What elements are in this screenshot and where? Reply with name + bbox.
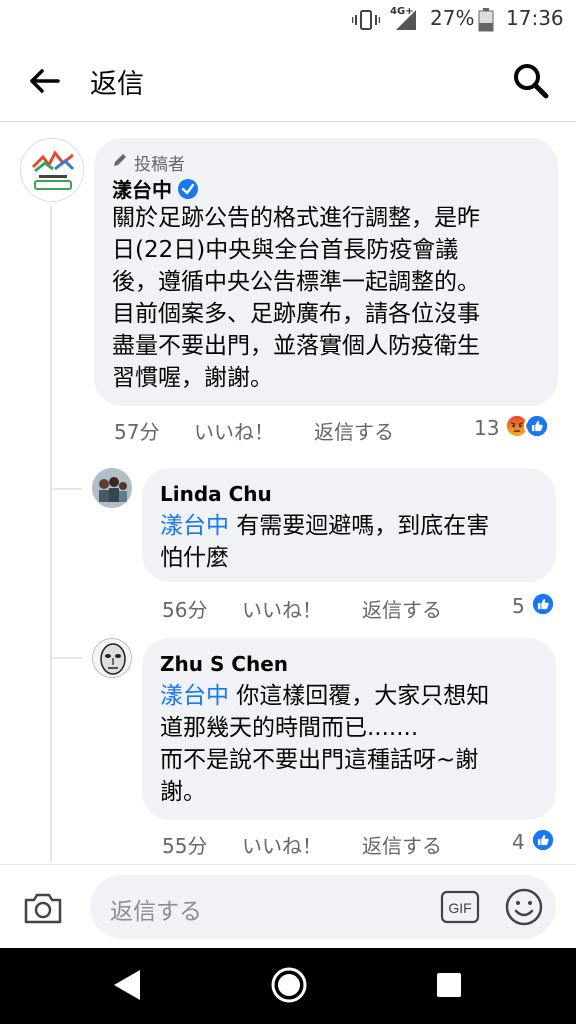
reply-bubble: Linda Chu 漾台中 有需要迴避嗎，到底在害 怕什麼	[142, 468, 556, 582]
reply-bubble: Zhu S Chen 漾台中 你這樣回覆，大家只想知道那幾天的時間而已.....…	[142, 638, 556, 820]
reply-text: 漾台中 你這樣回覆，大家只想知道那幾天的時間而已....... 而不是說不要出門…	[160, 680, 489, 808]
comment-actions: 57分 いいね！ 返信する	[114, 416, 394, 445]
nav-recents-icon[interactable]	[436, 972, 462, 998]
battery-icon	[478, 8, 494, 32]
author-tag: 投稿者	[134, 155, 185, 175]
gif-label: GIF	[448, 900, 471, 916]
page-avatar[interactable]	[20, 138, 84, 202]
reply-button[interactable]: 返信する	[362, 594, 442, 623]
reply-composer: 返信する GIF	[0, 864, 576, 948]
reply-text: 漾台中 有需要迴避嗎，到底在害 怕什麼	[160, 510, 489, 574]
reply-text-line1: 你這樣回覆，大家只想知	[229, 683, 490, 709]
gif-icon[interactable]: GIF	[440, 889, 480, 925]
clock: 17:36	[506, 6, 564, 30]
comment-time: 57分	[114, 420, 160, 444]
reply-button[interactable]: 返信する	[314, 416, 394, 445]
reply-input-placeholder: 返信する	[110, 899, 202, 925]
mention-link[interactable]: 漾台中	[160, 683, 229, 709]
like-reaction-icon	[530, 827, 556, 853]
reaction-count[interactable]: 13	[474, 416, 499, 440]
system-nav-bar	[0, 948, 576, 1024]
reply-author[interactable]: Zhu S Chen	[160, 652, 288, 676]
reply-button[interactable]: 返信する	[362, 830, 442, 859]
reply-connector	[52, 488, 82, 490]
mention-link[interactable]: 漾台中	[160, 513, 229, 539]
author-name-text: 漾台中	[112, 178, 172, 202]
user-avatar[interactable]	[92, 638, 132, 678]
reply-time: 56分	[162, 598, 208, 622]
reaction-icons[interactable]	[504, 413, 550, 439]
pencil-icon	[114, 154, 126, 166]
comment-text: 關於足跡公告的格式進行調整，是昨 日(22日)中央與全台首長防疫會議 後，遵循中…	[112, 205, 480, 391]
taichung-logo-icon	[21, 139, 83, 201]
group-photo-icon	[92, 468, 132, 508]
reaction-count[interactable]: 5	[512, 594, 525, 618]
reply-text-rest: 道那幾天的時間而已....... 而不是說不要出門這種話呀~謝 謝。	[160, 715, 479, 805]
reply-connector	[52, 657, 82, 659]
user-avatar[interactable]	[92, 468, 132, 508]
verified-badge-icon	[178, 178, 198, 199]
comment-author[interactable]: 漾台中	[112, 174, 198, 203]
signal-icon	[396, 10, 416, 30]
sketch-face-icon	[93, 639, 131, 677]
emoji-icon[interactable]	[504, 887, 544, 927]
reply-text-rest: 怕什麼	[160, 545, 229, 571]
reply-author[interactable]: Linda Chu	[160, 482, 272, 506]
status-bar: 4G+ 27% 17:36	[0, 0, 576, 40]
like-button[interactable]: いいね！	[242, 594, 362, 623]
app-bar: 返信	[0, 40, 576, 122]
like-reaction-icon	[530, 591, 556, 617]
reply-actions: 55分 いいね！ 返信する	[162, 830, 442, 859]
search-icon[interactable]	[510, 60, 552, 102]
reply-input[interactable]: 返信する GIF	[90, 875, 556, 939]
reply-actions: 56分 いいね！ 返信する	[162, 594, 442, 623]
battery-percent: 27%	[430, 6, 475, 30]
like-button[interactable]: いいね！	[242, 830, 362, 859]
like-button[interactable]: いいね！	[194, 416, 314, 445]
reply-text-line1: 有需要迴避嗎，到底在害	[229, 513, 490, 539]
camera-icon[interactable]	[22, 887, 64, 929]
nav-home-icon[interactable]	[270, 966, 308, 1004]
main-comment-bubble: 投稿者 漾台中 關於足跡公告的格式進行調整，是昨 日(22日)中央與全台首長防疫…	[94, 138, 558, 406]
reaction-icons[interactable]	[530, 827, 556, 853]
thread-line	[50, 206, 52, 862]
like-reaction-icon	[524, 413, 550, 439]
reaction-count[interactable]: 4	[512, 830, 525, 854]
nav-back-icon[interactable]	[112, 968, 142, 1002]
page-title: 返信	[90, 69, 144, 100]
reply-time: 55分	[162, 834, 208, 858]
vibrate-icon	[352, 10, 380, 30]
back-arrow-icon[interactable]	[26, 62, 64, 100]
reaction-icons[interactable]	[530, 591, 556, 617]
